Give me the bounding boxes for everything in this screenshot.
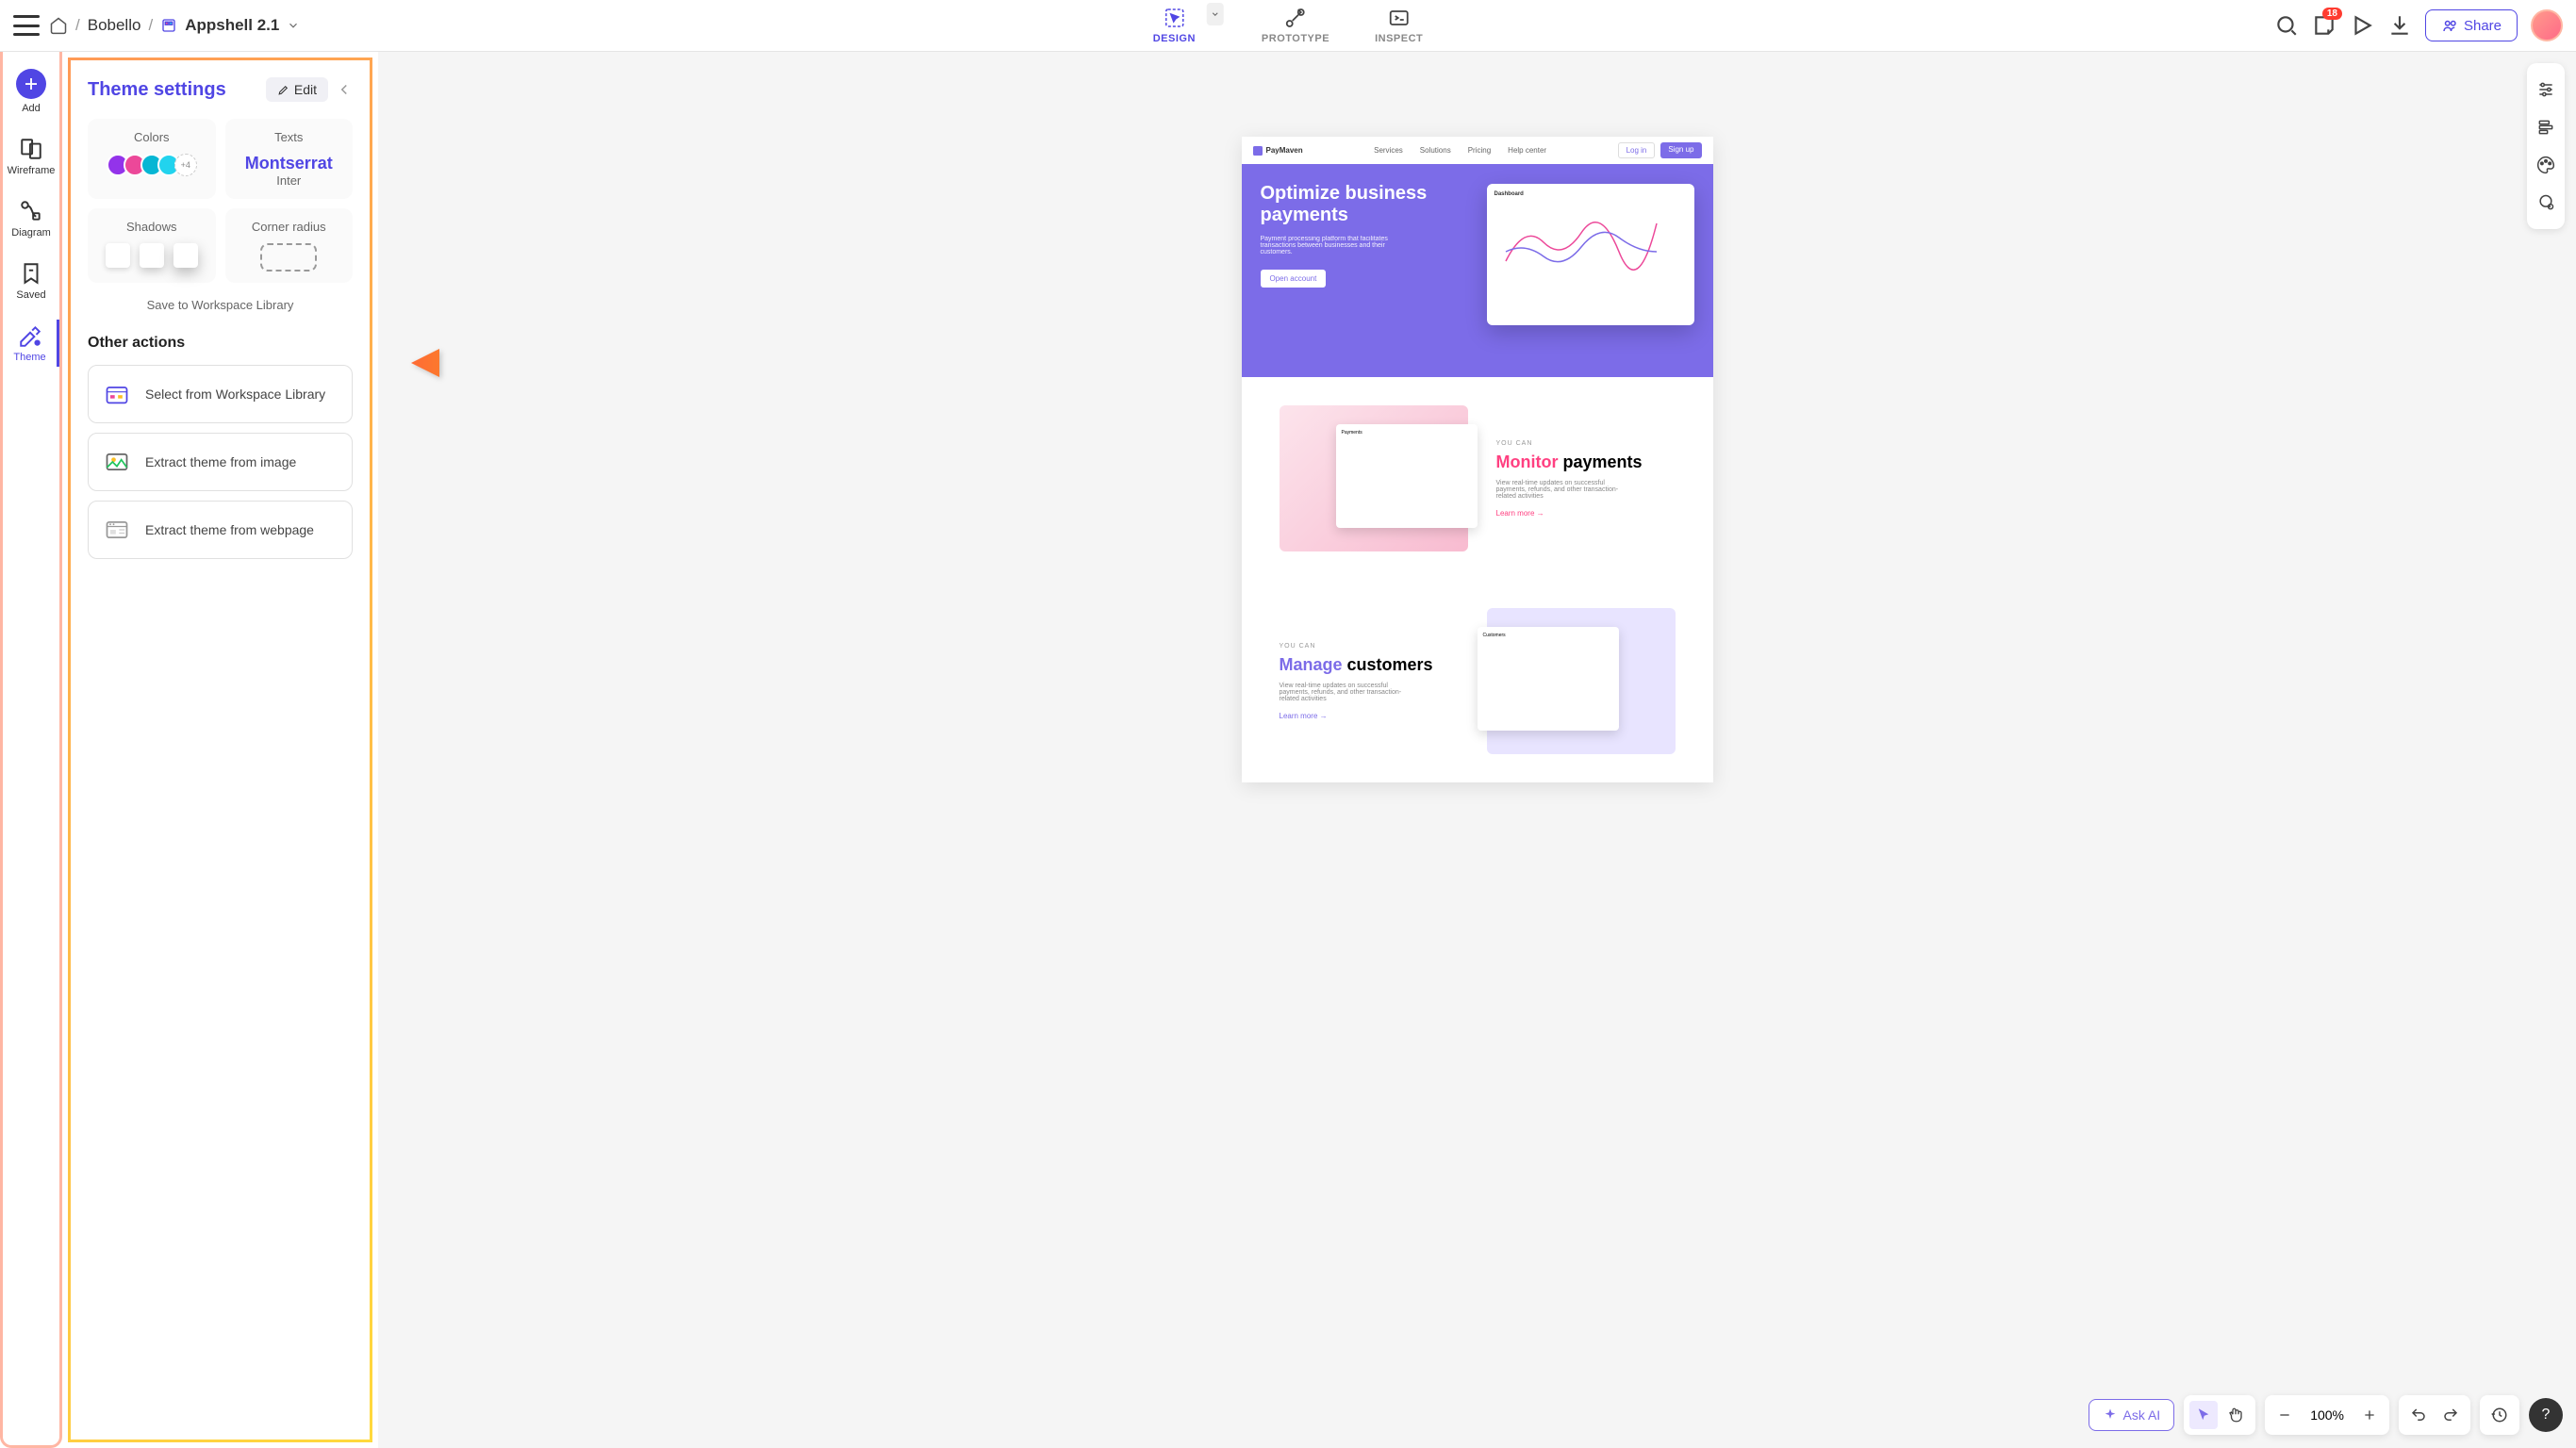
theme-icon <box>18 323 42 348</box>
palette-icon[interactable] <box>2527 146 2565 184</box>
notification-badge: 18 <box>2322 8 2342 20</box>
design-icon <box>1163 7 1185 29</box>
settings-icon[interactable] <box>2527 71 2565 108</box>
zoom-out-button[interactable] <box>2271 1401 2299 1429</box>
colors-card[interactable]: Colors +4 <box>88 119 216 199</box>
avatar[interactable] <box>2531 9 2563 41</box>
history-controls <box>2399 1395 2470 1435</box>
chevron-down-icon[interactable] <box>287 19 300 32</box>
font-secondary: Inter <box>237 173 342 188</box>
theme-panel: Theme settings Edit Colors +4 <box>68 58 372 1442</box>
inspect-icon <box>1388 7 1411 29</box>
panel-title: Theme settings <box>88 79 226 101</box>
help-button[interactable]: ? <box>2529 1398 2563 1432</box>
mockup-section-monitor: Payments YOU CAN Monitor payments View r… <box>1242 377 1713 580</box>
tab-prototype[interactable]: PROTOTYPE <box>1254 3 1337 48</box>
redo-button[interactable] <box>2436 1401 2465 1429</box>
edit-button[interactable]: Edit <box>266 77 328 102</box>
tab-inspect[interactable]: INSPECT <box>1367 3 1430 48</box>
collapse-icon[interactable] <box>336 81 353 98</box>
history-button-group <box>2480 1395 2519 1435</box>
cursor-tools <box>2184 1395 2255 1435</box>
mockup-brand: PayMaven <box>1253 146 1303 156</box>
radius-card[interactable]: Corner radius <box>225 208 354 283</box>
font-primary: Montserrat <box>237 154 342 173</box>
sidebar-item-saved[interactable]: Saved <box>3 257 59 304</box>
mockup-hero-title: Optimize business payments <box>1261 183 1430 226</box>
shadows-card[interactable]: Shadows <box>88 208 216 283</box>
sidebar-item-add[interactable]: Add <box>3 65 59 118</box>
mockup-section-manage: Customers YOU CAN Manage customers View … <box>1242 580 1713 782</box>
download-icon[interactable] <box>2387 13 2412 38</box>
search-icon[interactable] <box>2274 13 2299 38</box>
home-icon[interactable] <box>49 16 68 35</box>
mockup-dashboard-preview: Dashboard <box>1487 184 1694 325</box>
wireframe-icon <box>19 137 43 161</box>
layers-icon[interactable] <box>2527 108 2565 146</box>
history-icon[interactable] <box>2485 1401 2514 1429</box>
undo-button[interactable] <box>2404 1401 2433 1429</box>
action-select-library[interactable]: Select from Workspace Library <box>88 365 353 423</box>
tab-design[interactable]: DESIGN <box>1146 3 1203 48</box>
file-icon <box>160 17 177 34</box>
shadow-preview <box>140 243 164 268</box>
sidebar: Add Wireframe Diagram Saved Theme <box>0 52 62 1448</box>
prototype-icon <box>1284 7 1307 29</box>
share-button[interactable]: Share <box>2425 9 2518 41</box>
action-extract-webpage[interactable]: Extract theme from webpage <box>88 501 353 559</box>
inbox-icon[interactable]: 18 <box>2312 13 2337 38</box>
zoom-level[interactable]: 100% <box>2303 1407 2352 1423</box>
radius-preview <box>260 243 317 272</box>
file-name[interactable]: Appshell 2.1 <box>185 16 279 35</box>
plus-icon <box>16 69 46 99</box>
saved-icon <box>19 261 43 286</box>
action-extract-image[interactable]: Extract theme from image <box>88 433 353 491</box>
diagram-icon <box>19 199 43 223</box>
pointer-tool[interactable] <box>2189 1401 2218 1429</box>
canvas[interactable]: PayMaven Services Solutions Pricing Help… <box>378 52 2576 1448</box>
right-toolbar <box>2527 63 2565 229</box>
other-actions-title: Other actions <box>88 335 353 352</box>
hand-tool[interactable] <box>2221 1401 2250 1429</box>
sidebar-item-theme[interactable]: Theme <box>3 320 59 367</box>
colors-more: +4 <box>174 154 197 176</box>
design-dropdown[interactable] <box>1207 3 1224 25</box>
design-mockup[interactable]: PayMaven Services Solutions Pricing Help… <box>1242 137 1713 782</box>
shadow-preview <box>106 243 130 268</box>
workspace-name[interactable]: Bobello <box>88 16 141 35</box>
shadow-preview <box>173 243 198 268</box>
ai-icon[interactable] <box>2527 184 2565 222</box>
play-icon[interactable] <box>2350 13 2374 38</box>
menu-button[interactable] <box>13 15 40 36</box>
save-library-link[interactable]: Save to Workspace Library <box>88 298 353 312</box>
arrow-annotation <box>406 335 501 391</box>
zoom-in-button[interactable] <box>2355 1401 2384 1429</box>
sidebar-item-diagram[interactable]: Diagram <box>3 195 59 242</box>
zoom-controls: 100% <box>2265 1395 2389 1435</box>
image-icon <box>102 447 132 477</box>
breadcrumb: / Bobello / Appshell 2.1 <box>49 16 300 35</box>
texts-card[interactable]: Texts Montserrat Inter <box>225 119 354 199</box>
sidebar-item-wireframe[interactable]: Wireframe <box>3 133 59 180</box>
library-icon <box>102 379 132 409</box>
ask-ai-button[interactable]: Ask AI <box>2089 1399 2175 1431</box>
webpage-icon <box>102 515 132 545</box>
